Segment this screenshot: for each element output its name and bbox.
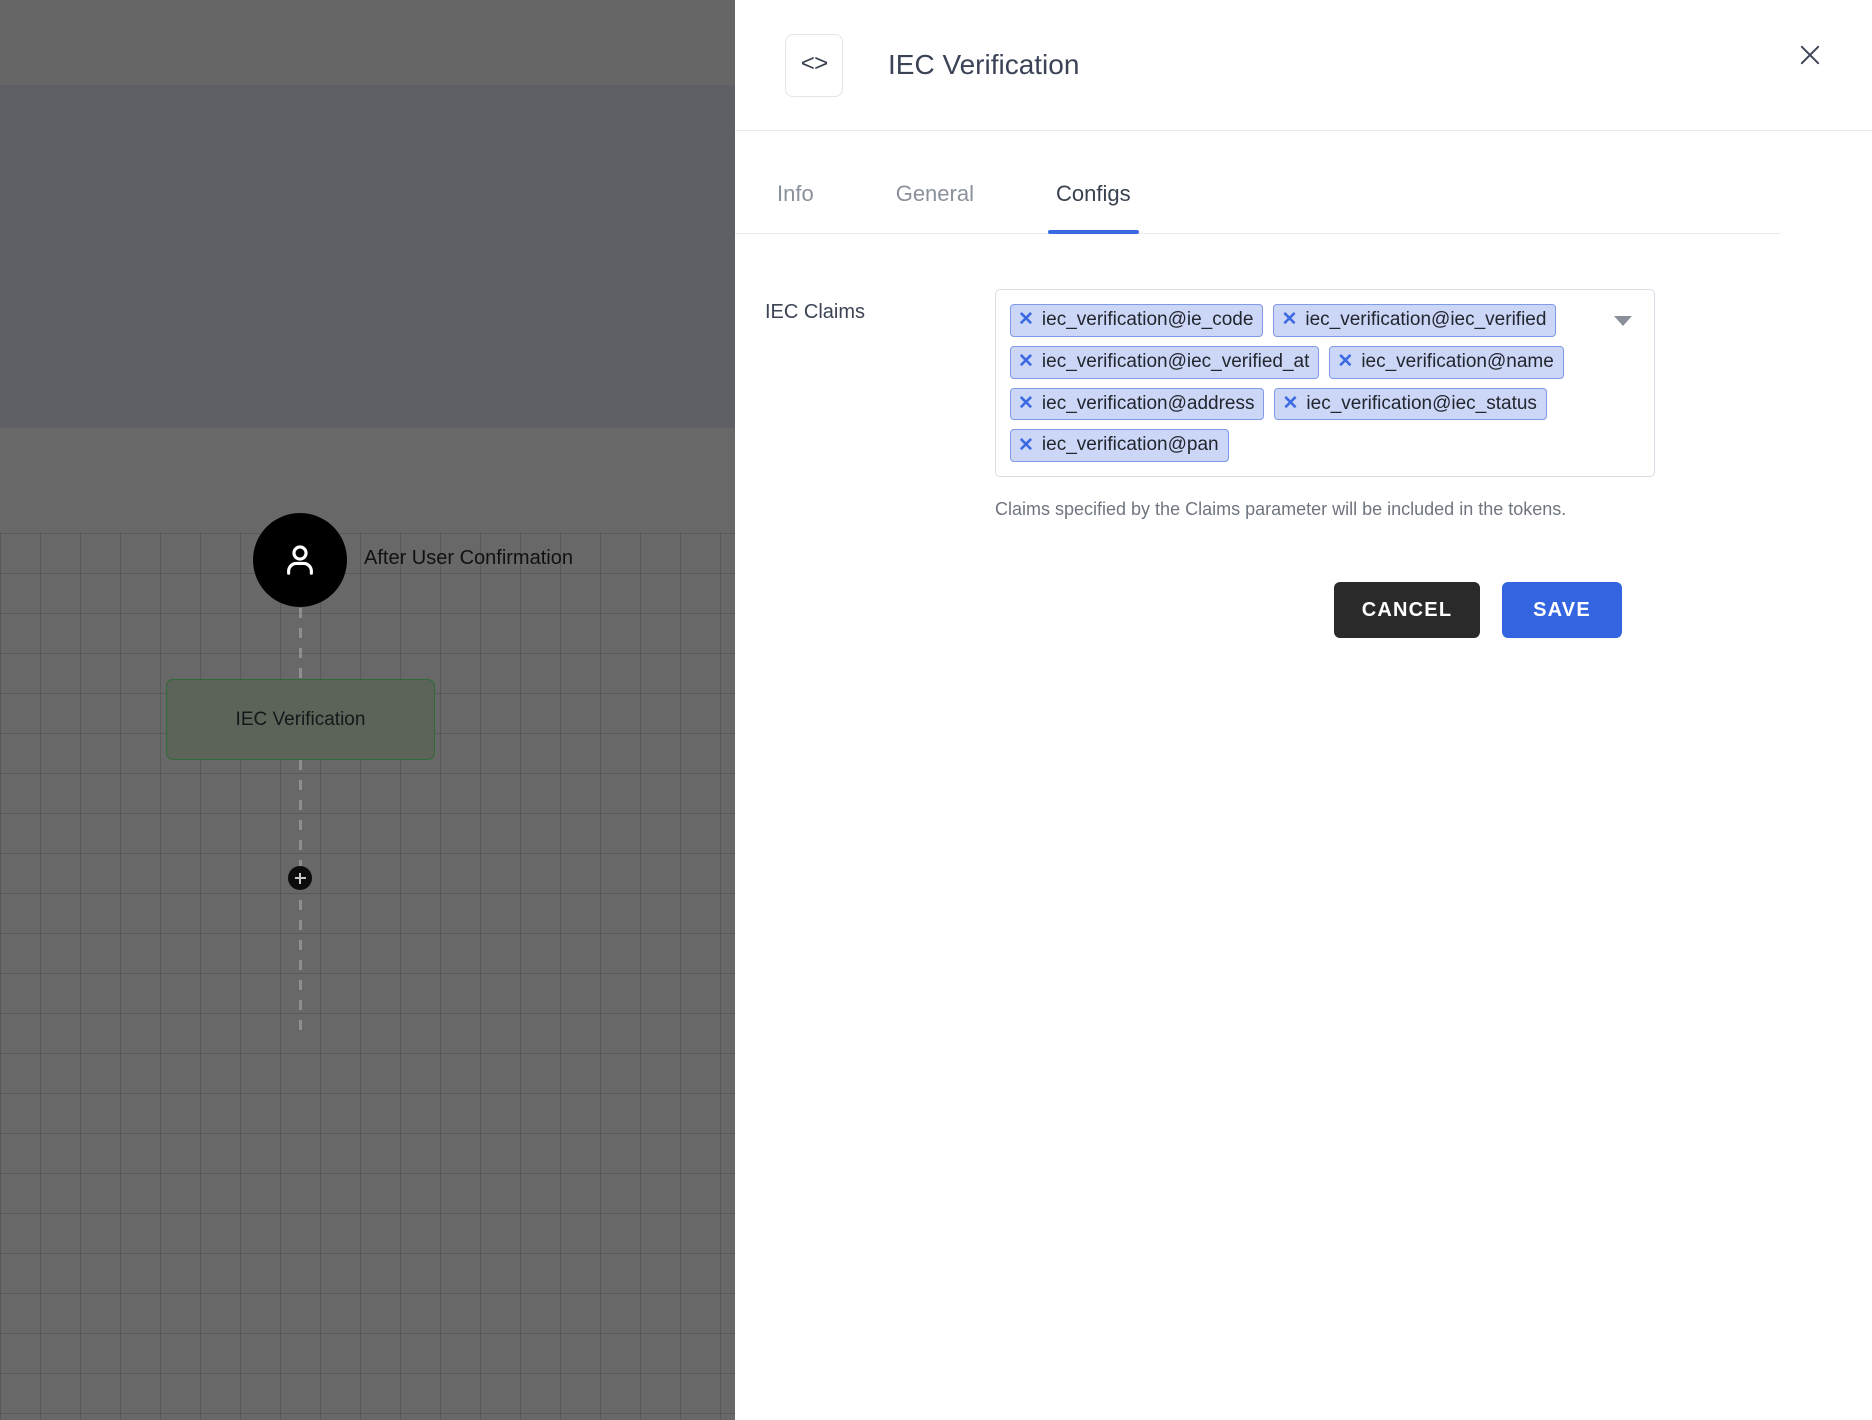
dimmed-subheader <box>0 85 735 428</box>
code-brackets-icon: <> <box>785 33 843 97</box>
step-node-label: IEC Verification <box>235 708 366 730</box>
cancel-button-label: CANCEL <box>1361 598 1453 621</box>
iec-claims-row: IEC Claims ✕ iec_verification@ie_code ✕ … <box>735 289 1872 638</box>
chip-remove-icon[interactable]: ✕ <box>1018 394 1034 413</box>
chip-item[interactable]: ✕ iec_verification@iec_verified <box>1273 304 1557 337</box>
chip-item[interactable]: ✕ iec_verification@name <box>1329 345 1564 379</box>
tab-info[interactable]: Info <box>777 169 814 233</box>
chip-item[interactable]: ✕ iec_verification@iec_status <box>1274 387 1547 421</box>
panel-tabs: Info General Configs <box>735 169 1780 234</box>
canvas-grid <box>0 533 735 1420</box>
iec-claims-label: IEC Claims <box>765 301 866 323</box>
tab-configs[interactable]: Configs <box>1048 169 1139 234</box>
chip-item[interactable]: ✕ iec_verification@address <box>1010 387 1265 421</box>
tab-configs-label: Configs <box>1055 181 1131 206</box>
person-icon <box>278 538 322 582</box>
chip-item[interactable]: ✕ iec_verification@pan <box>1010 429 1229 462</box>
chip-remove-icon[interactable]: ✕ <box>1018 436 1034 455</box>
connector-line-top <box>299 608 302 680</box>
chip-item[interactable]: ✕ iec_verification@ie_code <box>1010 304 1264 337</box>
user-trigger-node[interactable] <box>253 513 347 607</box>
chip-label: iec_verification@iec_status <box>1306 392 1537 414</box>
add-step-button[interactable] <box>288 866 312 890</box>
chip-label: iec_verification@address <box>1041 392 1255 414</box>
app-root: After User Confirmation IEC Verification… <box>0 0 1872 1420</box>
chip-remove-icon[interactable]: ✕ <box>1281 310 1297 329</box>
iec-claims-multiselect[interactable]: ✕ iec_verification@ie_code ✕ iec_verific… <box>995 289 1655 477</box>
chip-label: iec_verification@ie_code <box>1041 309 1254 330</box>
details-panel: <> IEC Verification Info General Configs <box>735 0 1872 1420</box>
iec-claims-helper-text: Claims specified by the Claims parameter… <box>995 499 1567 519</box>
panel-actions: CANCEL SAVE <box>995 582 1655 638</box>
tab-general[interactable]: General <box>896 169 974 233</box>
chevron-down-icon[interactable] <box>1614 316 1632 326</box>
chip-item[interactable]: ✕ iec_verification@iec_verified_at <box>1010 345 1320 379</box>
tab-general-label: General <box>895 181 974 206</box>
connector-line-bottom <box>299 760 302 1030</box>
chip-remove-icon[interactable]: ✕ <box>1282 394 1298 413</box>
chip-label: iec_verification@iec_verified <box>1305 309 1547 330</box>
cancel-button[interactable]: CANCEL <box>1334 582 1480 638</box>
chip-label: iec_verification@pan <box>1041 434 1219 456</box>
user-trigger-label: After User Confirmation <box>364 547 573 569</box>
flow-canvas[interactable]: After User Confirmation IEC Verification <box>0 0 735 1420</box>
iec-claims-field-body: ✕ iec_verification@ie_code ✕ iec_verific… <box>995 289 1655 638</box>
chip-remove-icon[interactable]: ✕ <box>1337 352 1353 371</box>
step-node-iec-verification[interactable]: IEC Verification <box>166 679 435 760</box>
save-button-label: SAVE <box>1533 598 1591 621</box>
panel-title: IEC Verification <box>888 49 1080 80</box>
tab-info-label: Info <box>777 181 814 206</box>
dimmed-topbar <box>0 0 735 85</box>
chip-label: iec_verification@iec_verified_at <box>1041 350 1310 372</box>
panel-header: <> IEC Verification <box>735 0 1872 131</box>
close-icon <box>1796 41 1824 72</box>
chip-remove-icon[interactable]: ✕ <box>1018 352 1034 371</box>
chip-remove-icon[interactable]: ✕ <box>1018 310 1034 329</box>
chip-label: iec_verification@name <box>1361 350 1554 372</box>
code-brackets-glyph: <> <box>800 51 829 79</box>
close-panel-button[interactable] <box>1790 36 1830 76</box>
save-button[interactable]: SAVE <box>1502 582 1622 638</box>
